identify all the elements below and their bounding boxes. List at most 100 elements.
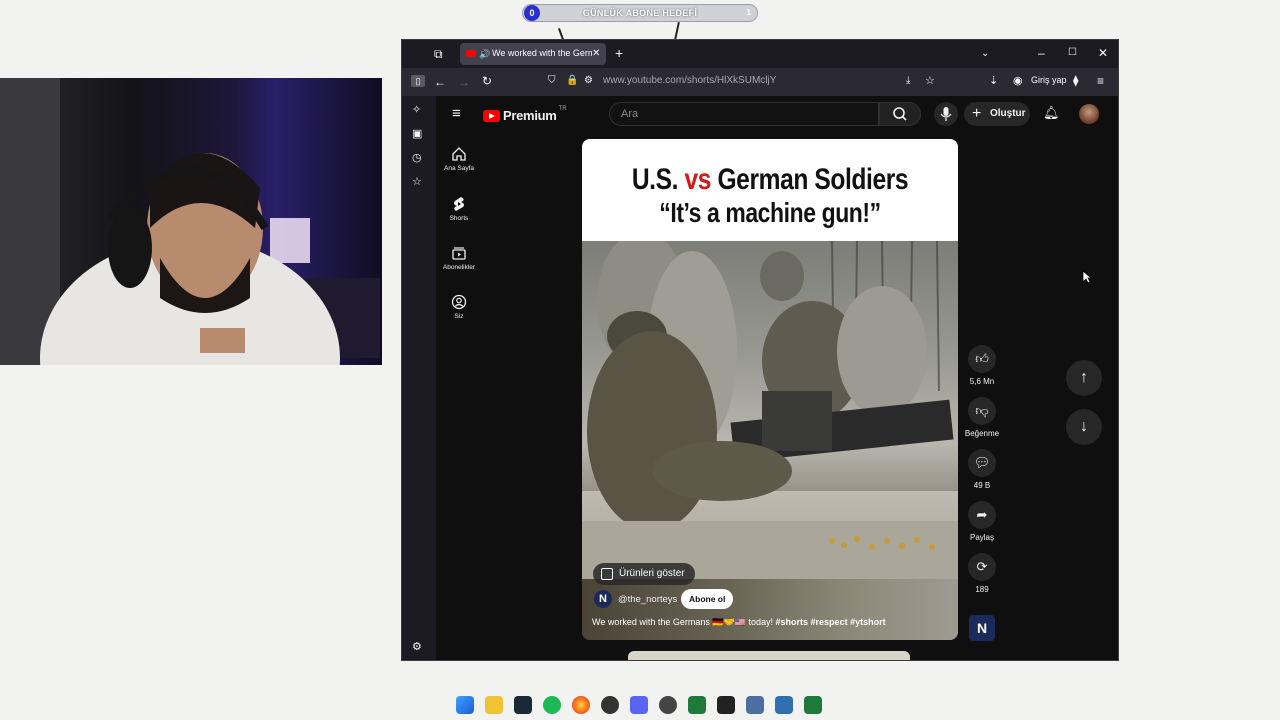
sign-in-link[interactable]: Giriş yap (1031, 75, 1067, 85)
nav-item-you[interactable]: Siz (436, 294, 482, 320)
forward-button[interactable]: → (458, 75, 470, 89)
history-icon[interactable]: ◷ (412, 151, 422, 165)
close-tab-icon[interactable]: ✕ (592, 47, 600, 61)
ai-chatbot-icon[interactable]: ✧ (412, 103, 421, 117)
shorts-icon (454, 197, 464, 211)
hamburger-menu-icon[interactable]: ≡ (452, 106, 461, 121)
menu-icon[interactable]: ≡ (1097, 74, 1104, 88)
gear-app-icon[interactable] (746, 696, 764, 714)
thumbs-up-icon: 👍︎ (968, 345, 996, 373)
shield-icon[interactable]: ⛉ (548, 74, 556, 88)
windows-start-icon[interactable] (456, 696, 474, 714)
shorts-player[interactable]: U.S. vs German Soldiers “It’s a machine … (582, 139, 958, 640)
home-icon (452, 147, 466, 161)
previous-short-button[interactable]: ↑ (1066, 360, 1102, 396)
next-short-preview (628, 651, 910, 660)
voice-search-button[interactable] (934, 102, 958, 126)
video-frame-soldiers (582, 241, 958, 579)
share-arrow-icon: ➦ (968, 501, 996, 529)
spotify-icon[interactable] (543, 696, 561, 714)
caption-hashtags[interactable]: #shorts #respect #ytshort (776, 617, 886, 627)
minimize-button[interactable]: – (1038, 46, 1045, 60)
nav-item-home[interactable]: Ana Sayfa (436, 146, 482, 172)
discord-icon[interactable] (630, 696, 648, 714)
search-input[interactable]: Ara (609, 102, 879, 126)
webcam-feed (0, 78, 382, 365)
subscriptions-icon (452, 247, 466, 260)
streamer-image (0, 78, 380, 365)
chevron-down-icon[interactable]: ⌄ (981, 47, 989, 61)
avatar[interactable] (1079, 104, 1099, 124)
file-explorer-icon[interactable] (485, 696, 503, 714)
app-green-icon[interactable] (688, 696, 706, 714)
soldiers-image (582, 241, 958, 579)
obs-icon[interactable] (659, 696, 677, 714)
subscriber-goal-bar: 0 GÜNLÜK ABONE HEDEFİ 1 (522, 4, 758, 22)
share-button[interactable]: ➦ Paylaş (962, 501, 1002, 542)
create-button[interactable]: Oluştur (964, 102, 1030, 126)
settings-app-icon[interactable] (601, 696, 619, 714)
permissions-icon[interactable]: ⚙ (584, 74, 593, 88)
bookmarks-icon[interactable]: ☆ (412, 175, 422, 189)
capcut-icon[interactable] (717, 696, 735, 714)
tab-bar: ⧉ 🔊 We worked with the Germans ✕ + ⌄ – ☐… (402, 40, 1118, 68)
reload-button[interactable]: ↻ (482, 74, 492, 88)
back-button[interactable]: ← (434, 75, 446, 89)
navigation-bar: ▯ ← → ↻ ⛉ 🔒 ⚙ www.youtube.com/shorts/HlX… (402, 68, 1118, 96)
channel-name[interactable]: @the_norteys (618, 594, 677, 605)
next-short-button[interactable]: ↓ (1066, 409, 1102, 445)
goal-target-count: 1 (746, 8, 751, 17)
tab-list-icon[interactable]: ⧉ (434, 47, 443, 61)
sidebar-toggle-icon[interactable]: ▯ (411, 75, 425, 87)
channel-logo[interactable]: N (594, 590, 612, 608)
search-button[interactable] (879, 102, 921, 126)
speaker-icon[interactable]: 🔊 (479, 47, 490, 61)
youtube-favicon-icon (466, 50, 476, 57)
lock-icon[interactable]: 🔒 (566, 74, 578, 88)
cable (674, 21, 680, 41)
new-tab-button[interactable]: + (615, 46, 623, 60)
show-products-button[interactable]: Ürünleri göster (593, 563, 695, 585)
youtube-logo-icon (483, 109, 500, 122)
video-headline: U.S. vs German Soldiers “It’s a machine … (582, 139, 958, 241)
settings-gear-icon[interactable]: ⚙ (412, 640, 422, 654)
search-icon (893, 107, 907, 121)
app-green-2-icon[interactable] (804, 696, 822, 714)
video-caption: We worked with the Germans 🇩🇪🤝🇺🇸 today! … (592, 617, 886, 627)
subscribe-button[interactable]: Abone ol (681, 589, 734, 609)
like-button[interactable]: 👍︎ 5,6 Mn (962, 345, 1002, 386)
tab-youtube[interactable]: 🔊 We worked with the Germans ✕ (460, 43, 606, 65)
comments-button[interactable]: 💬︎ 49 B (962, 449, 1002, 490)
dislike-button[interactable]: 👎︎ Beğenme (962, 397, 1002, 438)
firefox-window: ⧉ 🔊 We worked with the Germans ✕ + ⌄ – ☐… (401, 39, 1119, 661)
remix-button[interactable]: ⟳ 189 (962, 553, 1002, 594)
save-to-pocket-icon[interactable]: ⤓ (906, 74, 910, 88)
synced-tabs-icon[interactable]: ▣ (412, 127, 422, 141)
nav-item-shorts[interactable]: Shorts (436, 196, 482, 222)
microphone-icon (940, 107, 952, 121)
app-blue-icon[interactable] (775, 696, 793, 714)
account-icon[interactable]: ◉ (1013, 74, 1023, 88)
remix-icon: ⟳ (968, 553, 996, 581)
thumbs-down-icon: 👎︎ (968, 397, 996, 425)
firefox-sidebar: ✧ ▣ ◷ ☆ ⚙ (402, 96, 437, 660)
channel-thumbnail[interactable]: N (969, 615, 995, 641)
bookmark-star-icon[interactable]: ☆ (925, 74, 935, 88)
mouse-cursor-icon (1082, 270, 1092, 284)
maximize-button[interactable]: ☐ (1068, 46, 1077, 60)
nav-item-subscriptions[interactable]: Abonelikler (436, 245, 482, 271)
goal-label: GÜNLÜK ABONE HEDEFİ (582, 8, 698, 18)
youtube-premium-logo[interactable]: Premium TR (483, 106, 567, 123)
video-frame-lower (582, 579, 958, 640)
steam-icon[interactable] (514, 696, 532, 714)
extensions-icon[interactable]: ⧫ (1073, 74, 1078, 88)
headline-line-2: “It’s a machine gun!” (659, 197, 881, 228)
url-bar[interactable]: www.youtube.com/shorts/HlXkSUMcljY (603, 75, 776, 86)
headline-line-1: U.S. vs German Soldiers (631, 163, 909, 196)
downloads-icon[interactable]: ⇣ (989, 74, 998, 88)
close-window-button[interactable]: ✕ (1098, 46, 1108, 60)
you-icon (451, 294, 467, 310)
youtube-page: ≡ Premium TR Ara Oluştur 🔔︎ Ana Sayf (436, 96, 1118, 660)
notifications-bell-icon[interactable]: 🔔︎ (1043, 106, 1060, 120)
firefox-icon[interactable] (572, 696, 590, 714)
